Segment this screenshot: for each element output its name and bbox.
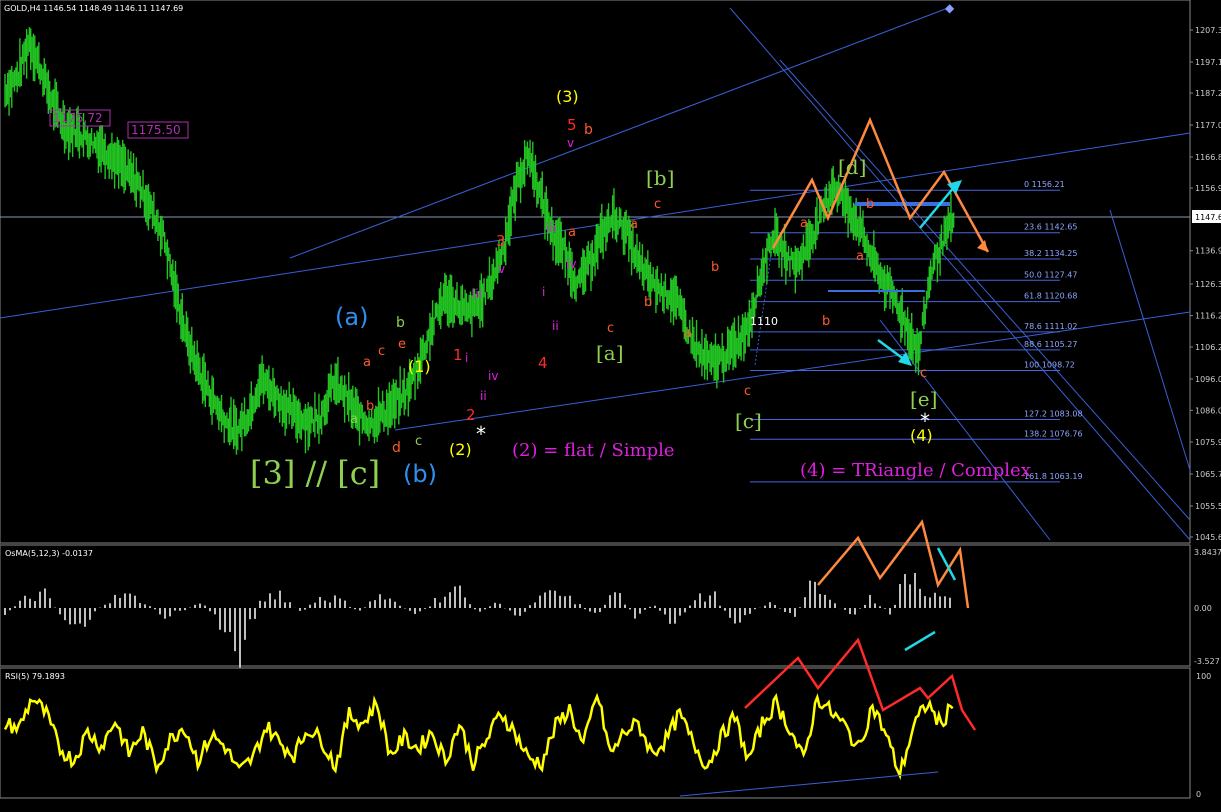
price-axis-tick: 1156.9 xyxy=(1195,184,1221,193)
osma-tick-top: 3.8437 xyxy=(1194,548,1221,557)
wave-label-n5: 5 xyxy=(567,116,577,134)
wave-label-a-orange-1: a xyxy=(363,355,371,370)
wave-label-b-red: b xyxy=(584,122,593,138)
wave-label-i-2: i xyxy=(542,285,545,299)
note-wave4: (4) = TRiangle / Complex xyxy=(800,460,1031,481)
price-axis-tick: 1177.0 xyxy=(1195,121,1221,130)
price-tag-2: 1175.50 xyxy=(131,123,181,137)
price-axis-tick: 1166.8 xyxy=(1195,153,1221,162)
price-axis-tick: 1055.5 xyxy=(1195,502,1221,511)
price-axis-tick: 1086.0 xyxy=(1195,406,1221,415)
note-degree-3c: [3] // [c] xyxy=(250,454,380,492)
rsi-tick-100: 100 xyxy=(1196,672,1211,681)
wave-label-c-orange-4: c xyxy=(744,384,751,399)
wave-label-n1: 1 xyxy=(453,346,463,364)
fib-level-label: 127.2 1083.08 xyxy=(1024,409,1083,418)
wave-label-paren-b: (b) xyxy=(403,460,437,488)
rsi-header: RSI(5) 79.1893 xyxy=(5,672,65,681)
wave-label-iii-2: iii xyxy=(546,221,556,235)
osma-header: OsMA(5,12,3) -0.0137 xyxy=(5,549,93,558)
wave-label-n4: 4 xyxy=(538,354,548,372)
fib-level-label: 161.8 1063.19 xyxy=(1024,472,1083,481)
trendline-end-marker: ◆ xyxy=(945,1,955,15)
price-axis-tick: 1045.6 xyxy=(1195,533,1221,542)
wave-label-a-orange-2: a xyxy=(630,217,638,232)
wave-label-b-orange-2: b xyxy=(644,295,652,310)
wave-label-bk-e: [e] xyxy=(910,387,937,411)
fib-level-label: 38.2 1134.25 xyxy=(1024,249,1077,258)
price-axis-tick: 1207.3 xyxy=(1195,26,1221,35)
wave-label-c-green: c xyxy=(415,434,422,449)
wave-label-iii-1: iii xyxy=(472,287,482,301)
wave-label-c-orange-2: c xyxy=(654,197,661,212)
level-1110-label: 1110 xyxy=(750,315,778,328)
fib-level-label: 138.2 1076.76 xyxy=(1024,429,1083,438)
chart-window: 1207.3 1197.1 1187.2 1177.0 1166.8 1156.9 1136… xyxy=(0,0,1221,799)
price-tag-1: 1175.72 xyxy=(53,111,103,125)
wave-label-a-orange-3: a xyxy=(684,326,692,341)
wave-label-b-green: b xyxy=(396,315,405,331)
wave-label-v-2: v xyxy=(567,136,574,150)
osma-tick-bottom: -3.527 xyxy=(1194,657,1220,666)
fib-level-label: 61.8 1120.68 xyxy=(1024,292,1077,301)
wave-label-i-1: i xyxy=(465,351,468,365)
wave-label-b-orange-4: b xyxy=(822,314,830,329)
fib-level-label: 23.6 1142.65 xyxy=(1024,223,1077,232)
fib-level-label: 88.6 1105.27 xyxy=(1024,340,1077,349)
wave-label-bk-d: [d] xyxy=(838,155,866,179)
wave-label-p1: (1) xyxy=(408,357,431,376)
fib-level-label: 78.6 1111.02 xyxy=(1024,322,1077,331)
price-axis-tick: 1126.3 xyxy=(1195,280,1221,289)
wave-label-c-orange-1: c xyxy=(378,344,385,359)
wave-label-a-green: a xyxy=(350,412,358,427)
price-axis-tick: 1136.9 xyxy=(1195,247,1221,256)
fib-level-label: 0 1156.21 xyxy=(1024,180,1065,189)
wave-label-b-orange-1: b xyxy=(366,399,374,414)
wave-label-bk-c: [c] xyxy=(735,409,762,433)
star-marker-2: * xyxy=(920,409,930,433)
price-axis-tick: 1106.2 xyxy=(1195,343,1221,352)
wave-label-d-orange: d xyxy=(392,440,401,456)
wave-label-b-orange-3: b xyxy=(711,260,719,275)
wave-label-paren-a: (a) xyxy=(335,303,368,331)
wave-label-iv-2: iv xyxy=(566,257,576,271)
star-marker-1: * xyxy=(476,422,486,446)
fib-level-label: 100 1098.72 xyxy=(1024,360,1075,369)
price-axis-tick: 1197.1 xyxy=(1195,58,1221,67)
rsi-tick-0: 0 xyxy=(1196,790,1201,799)
symbol-header: GOLD,H4 1146.54 1148.49 1146.11 1147.69 xyxy=(4,4,183,13)
wave-label-bk-b: [b] xyxy=(646,166,674,190)
wave-label-c-orange-5: c xyxy=(920,366,927,381)
note-wave2: (2) = flat / Simple xyxy=(512,440,675,461)
price-axis-tick: 1096.0 xyxy=(1195,375,1221,384)
wave-label-p2: (2) xyxy=(449,440,472,459)
wave-label-e-orange: e xyxy=(398,337,406,352)
fib-level-label: 50.0 1127.47 xyxy=(1024,270,1077,279)
price-axis: 1207.3 1197.1 1187.2 1177.0 1166.8 1156.9 1136… xyxy=(1189,0,1221,543)
wave-label-ii-2: ii xyxy=(552,319,559,333)
wave-label-b-orange-5: b xyxy=(866,197,874,212)
price-axis-tick: 1075.9 xyxy=(1195,438,1221,447)
price-axis-tick: 1065.7 xyxy=(1195,470,1221,479)
wave-label-n2: 2 xyxy=(466,406,476,424)
wave-label-c-orange-3: c xyxy=(607,321,614,336)
wave-label-a-orange-5: a xyxy=(856,249,864,264)
main-price-panel: 1207.3 1197.1 1187.2 1177.0 1166.8 1156.9 1136… xyxy=(0,0,1221,544)
current-price-label: 1147.69 xyxy=(1195,213,1221,222)
wave-label-n3: 3 xyxy=(496,232,506,250)
wave-label-a-orange-4: a xyxy=(800,216,808,231)
wave-label-v-1: v xyxy=(498,262,505,276)
wave-label-bk-a: [a] xyxy=(596,341,624,365)
wave-label-p3: (3) xyxy=(556,87,579,106)
osma-tick-zero: 0.00 xyxy=(1194,604,1212,613)
wave-label-ii-1: ii xyxy=(480,389,487,403)
price-axis-tick: 1116.2 xyxy=(1195,312,1221,321)
wave-label-iv-1: iv xyxy=(488,369,498,383)
osma-panel: OsMA(5,12,3) -0.0137 3.8437 0.00 -3.527 xyxy=(0,519,1221,669)
wave-label-a-red: a xyxy=(568,225,576,240)
price-axis-tick: 1187.2 xyxy=(1195,89,1221,98)
